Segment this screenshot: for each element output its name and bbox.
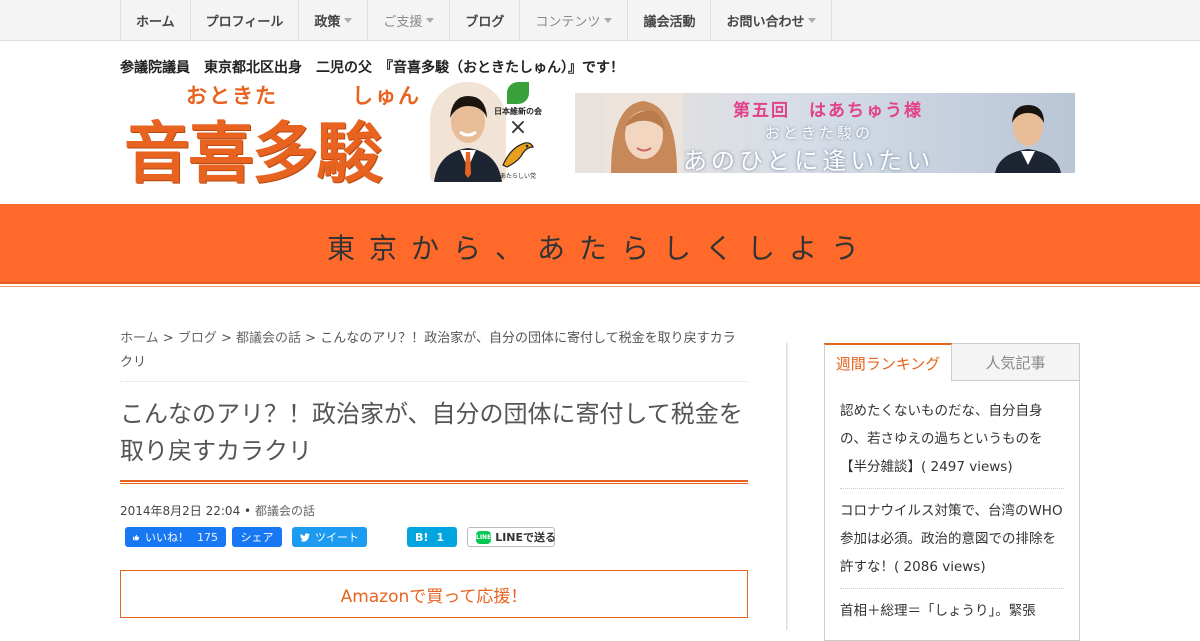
partner-party-name: あたらしい党 [499,173,536,180]
bird-icon [502,142,534,168]
event-banner[interactable]: 第五回 はあちゅう様 おときた駿の あのひとに逢いたい [575,93,1075,173]
nav-label: 政策 [314,14,341,30]
party-logo: 日本維新の会 × あたらしい党 [494,82,542,182]
tweet-button[interactable]: ツイート [292,527,367,547]
line-label: LINEで送る [495,531,557,544]
hatena-icon: B! [415,530,429,544]
times-symbol: × [508,115,528,140]
column-divider [786,343,788,630]
nav-item-contents[interactable]: コンテンツ [520,0,629,40]
post-date: 2014年8月2日 22:04 [120,504,241,518]
nav-label: お問い合わせ [726,14,805,30]
top-navigation-bar: ホーム プロフィール 政策 ご支援 ブログ コンテンツ 議会活動 お問い合わせ [0,0,1200,41]
facebook-like-button[interactable]: いいね！ 175 [125,527,226,547]
nav-item-home[interactable]: ホーム [121,0,191,40]
chevron-down-icon [426,17,435,23]
tab-label: 週間ランキング [835,354,941,373]
title-underline [120,480,748,484]
nav-label: ホーム [136,14,175,30]
post-category-link[interactable]: 都議会の話 [255,504,315,518]
line-icon: LINE [476,530,492,544]
site-slogan: 東京から、あたらしくしよう [326,232,873,265]
breadcrumb-home[interactable]: ホーム [120,331,159,346]
hatena-count: 1 [436,530,445,544]
nav-label: コンテンツ [535,14,601,30]
tweet-label: ツイート [315,531,359,544]
candidate-portrait [430,82,506,182]
chevron-down-icon [604,17,613,23]
site-logo[interactable]: おときた しゅん 音喜多駿 日本維新の会 × あたらしい党 [120,80,542,192]
facebook-like-label: いいね！ [145,531,189,544]
nav-item-blog[interactable]: ブログ [450,0,521,40]
breadcrumb-separator: > [220,331,232,346]
breadcrumb: ホーム > ブログ > 都議会の話 > こんなのアリ？！政治家が、自分の団体に寄… [120,327,748,382]
article-title: こんなのアリ？！政治家が、自分の団体に寄付して税金を取り戻すカラクリ [120,400,743,465]
slogan-band-rule [0,286,1200,287]
main-menu: ホーム プロフィール 政策 ご支援 ブログ コンテンツ 議会活動 お問い合わせ [120,0,833,40]
amazon-support-button[interactable]: Amazonで買って応援！ [120,570,748,618]
logo-name: 音喜多駿 [124,114,382,192]
nav-label: ご支援 [383,14,423,30]
banner-main-text: あのひとに逢いたい [683,147,935,173]
amazon-support-label: Amazonで買って応援！ [340,586,528,607]
nav-item-policy[interactable]: 政策 [299,0,369,40]
tab-popular-posts[interactable]: 人気記事 [952,343,1080,381]
nav-label: プロフィール [205,14,284,30]
banner-title: 第五回 はあちゅう様 [733,101,923,121]
breadcrumb-separator: > [305,331,317,346]
facebook-share-button[interactable]: シェア [232,527,282,547]
nav-item-contact[interactable]: お問い合わせ [711,0,833,40]
nav-label: 議会活動 [643,14,696,30]
facebook-like-count: 175 [197,530,218,544]
article-meta: 2014年8月2日 22:04 • 都議会の話 [120,502,315,519]
nav-item-assembly[interactable]: 議会活動 [628,0,712,40]
nav-label: ブログ [465,14,505,30]
ranking-separator [840,588,1064,589]
line-share-button[interactable]: LINE LINEで送る [467,527,557,547]
ranking-item[interactable]: 首相＋総理＝「しょうり」。緊張 [840,597,1064,625]
meta-bullet: • [244,504,252,518]
site-tagline: 参議院議員 東京都北区出身 二児の父 『音喜多駿（おときたしゅん）』です！ [120,60,624,76]
chevron-down-icon [808,17,817,23]
breadcrumb-category[interactable]: 都議会の話 [236,331,301,346]
breadcrumb-separator: > [162,331,174,346]
tab-weekly-ranking[interactable]: 週間ランキング [824,343,952,381]
breadcrumb-blog[interactable]: ブログ [178,331,217,346]
party-leaf-icon [507,82,529,104]
banner-subtitle: おときた駿の [765,124,874,142]
facebook-share-label: シェア [240,531,274,544]
nav-item-profile[interactable]: プロフィール [191,0,300,40]
ranking-separator [840,488,1064,489]
nav-item-support[interactable]: ご支援 [368,0,451,40]
guest-portrait [603,93,683,173]
ranking-item[interactable]: コロナウイルス対策で、台湾のWHO参加は必須。政治的意図での排除を許すな！( 2… [840,497,1064,581]
twitter-bird-icon [300,532,310,542]
ranking-item[interactable]: 認めたくないものだな、自分自身の、若さゆえの過ちというものを【半分雑談】( 24… [840,397,1064,481]
chevron-down-icon [344,17,353,23]
thumbs-up-icon [133,534,139,540]
host-portrait [995,105,1061,173]
hatena-bookmark-button[interactable]: B! 1 [407,527,457,547]
tab-label: 人気記事 [985,353,1046,372]
